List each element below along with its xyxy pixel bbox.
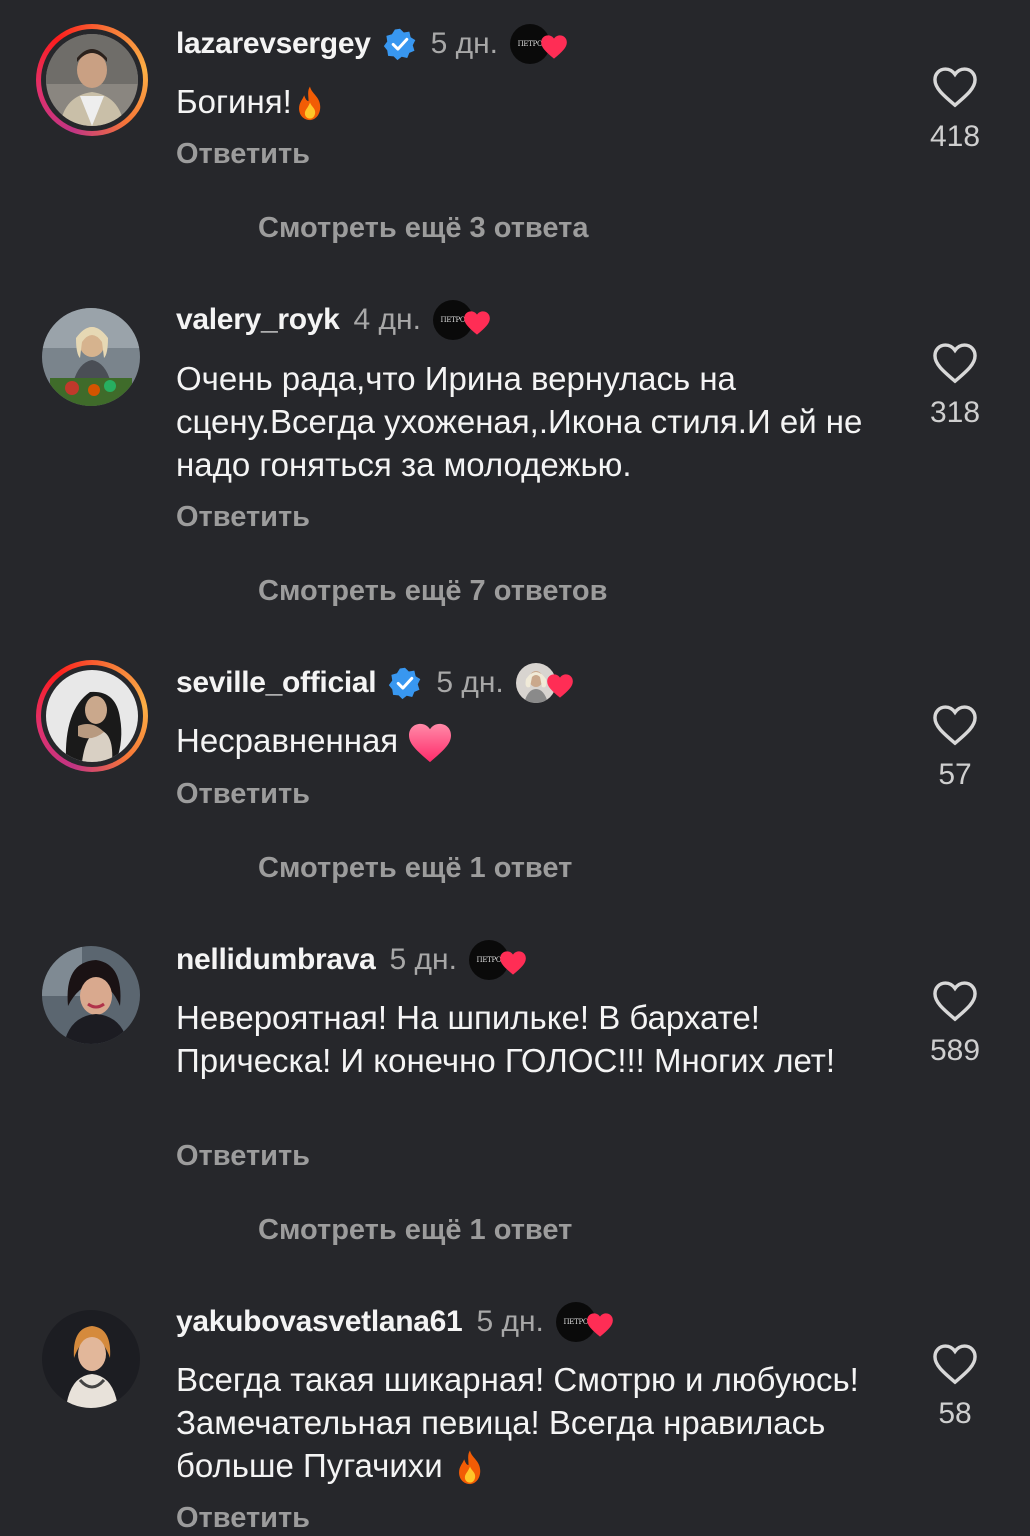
like-count: 589 <box>929 1034 981 1067</box>
like-count: 418 <box>929 120 981 153</box>
author-liked-heart-icon <box>587 1313 613 1337</box>
liked-by-author-badge: ПЕТРО <box>510 22 572 66</box>
comment-time: 5 дн. <box>389 943 457 976</box>
comment-text: Несравненная <box>176 722 399 759</box>
avatar-image <box>42 946 140 1044</box>
verified-badge-icon <box>389 667 421 700</box>
comment-time: 5 дн. <box>436 666 504 699</box>
like-count: 58 <box>938 1397 972 1430</box>
heart-outline-icon[interactable] <box>932 342 978 384</box>
like-section: 589 <box>910 980 1000 1068</box>
verified-badge-icon <box>383 28 415 61</box>
fire-emoji-icon <box>298 86 320 121</box>
avatar-image <box>46 34 138 126</box>
view-more-replies-button[interactable]: Смотреть ещё 3 ответа <box>258 212 588 245</box>
liked-by-author-badge <box>515 661 578 705</box>
author-liked-heart-icon <box>546 674 573 698</box>
author-liked-heart-icon <box>541 35 567 59</box>
author-liked-heart-icon <box>464 311 490 335</box>
reply-button[interactable]: Ответить <box>176 778 310 811</box>
avatar-image <box>46 670 138 762</box>
view-more-replies-button[interactable]: Смотреть ещё 1 ответ <box>258 852 572 885</box>
view-more-replies-button[interactable]: Смотреть ещё 1 ответ <box>258 1214 572 1247</box>
avatar[interactable] <box>36 24 148 136</box>
fire-emoji-icon <box>458 1450 481 1485</box>
like-section: 57 <box>910 704 1000 792</box>
author-liked-heart-icon <box>500 951 526 975</box>
view-more-replies-button[interactable]: Смотреть ещё 7 ответов <box>258 575 607 608</box>
reply-button[interactable]: Ответить <box>176 501 310 534</box>
comment-text-row: Богиня! <box>176 80 876 123</box>
username[interactable]: nellidumbrava <box>176 943 376 977</box>
avatar[interactable] <box>42 1310 140 1408</box>
username[interactable]: lazarevsergey <box>176 27 371 61</box>
avatar-image <box>42 1310 140 1408</box>
liked-by-author-badge: ПЕТРО <box>555 1300 618 1344</box>
heart-outline-icon[interactable] <box>932 66 978 108</box>
comment-text-row: Несравненная <box>176 719 876 764</box>
comment-text: Богиня! <box>176 83 292 120</box>
username[interactable]: valery_royk <box>176 303 340 337</box>
heart-outline-icon[interactable] <box>932 1343 978 1385</box>
comment-time: 5 дн. <box>476 1305 544 1338</box>
comment-time: 5 дн. <box>430 27 499 60</box>
avatar[interactable] <box>42 308 140 406</box>
comment-time: 4 дн. <box>353 303 421 336</box>
avatar-image <box>42 308 140 406</box>
like-section: 418 <box>910 66 1000 154</box>
reply-button[interactable]: Ответить <box>176 1140 310 1173</box>
reply-button[interactable]: Ответить <box>176 138 310 171</box>
like-count: 57 <box>938 758 972 791</box>
pink-heart-emoji-icon <box>409 724 452 763</box>
username[interactable]: yakubovasvetlana61 <box>176 1305 463 1339</box>
reply-button[interactable]: Ответить <box>176 1502 310 1535</box>
comment-text: Очень рада,что Ирина вернулась на сцену.… <box>176 360 863 483</box>
like-section: 58 <box>910 1343 1000 1431</box>
liked-by-author-badge: ПЕТРО <box>432 298 495 342</box>
avatar[interactable] <box>36 660 148 772</box>
avatar[interactable] <box>42 946 140 1044</box>
comment-text-row: Всегда такая шикарная! Смотрю и любуюсь!… <box>176 1358 876 1487</box>
like-section: 318 <box>910 342 1000 430</box>
heart-outline-icon[interactable] <box>932 980 978 1022</box>
comment-text: Всегда такая шикарная! Смотрю и любуюсь!… <box>176 1361 859 1484</box>
comment-text: Невероятная! На шпильке! В бархате! Прич… <box>176 999 836 1079</box>
like-count: 318 <box>929 396 981 429</box>
heart-outline-icon[interactable] <box>932 704 978 746</box>
liked-by-author-badge: ПЕТРО <box>468 938 531 982</box>
username[interactable]: seville_official <box>176 666 377 700</box>
